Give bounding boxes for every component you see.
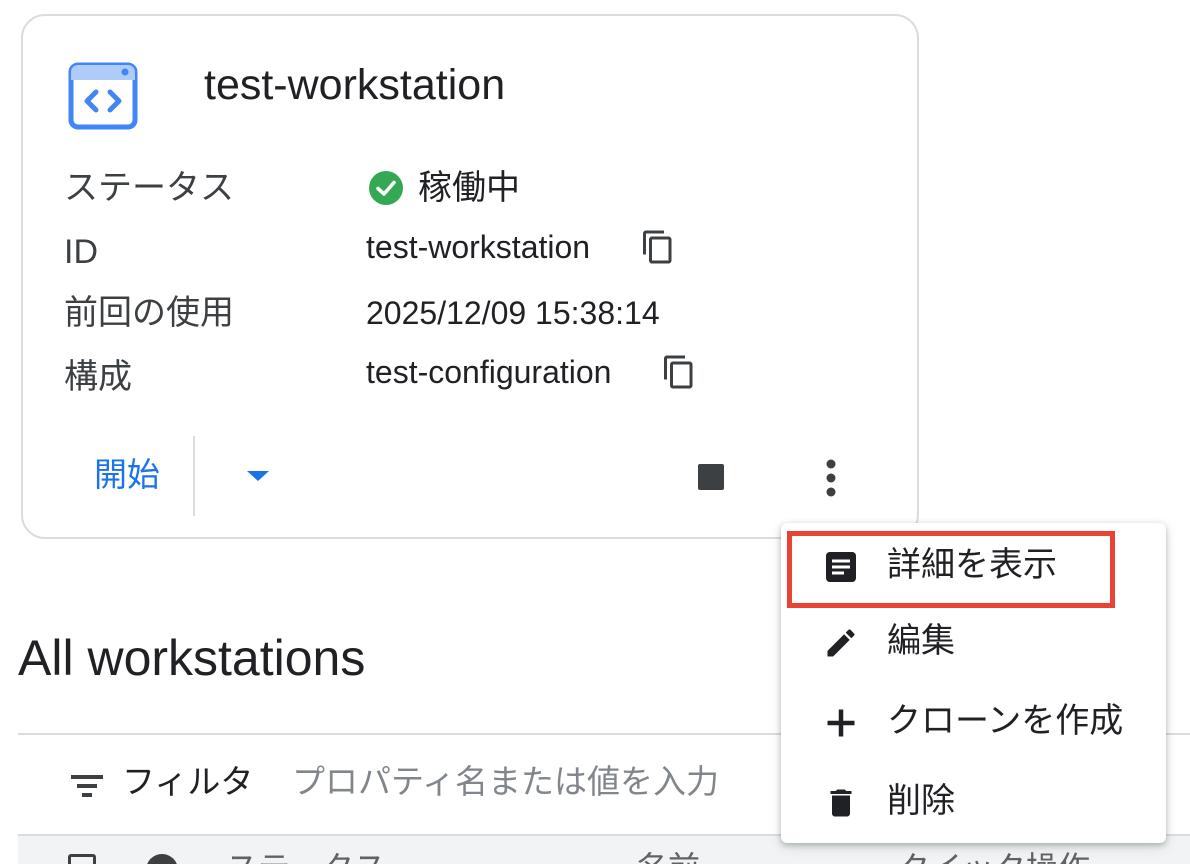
id-value: test-workstation [366, 229, 591, 265]
menu-label-clone: クローンを作成 [887, 702, 1124, 740]
menu-item-delete[interactable]: 削除 [781, 767, 1166, 847]
menu-label-edit: 編集 [887, 622, 955, 660]
last-used-value: 2025/12/09 15:38:14 [366, 295, 660, 331]
config-value[interactable]: test-configuration [366, 352, 611, 392]
menu-item-view-details[interactable]: 詳細を表示 [781, 527, 1166, 607]
status-label: ステータス [64, 169, 234, 207]
copy-config-icon[interactable] [661, 354, 697, 390]
select-all-checkbox[interactable] [68, 854, 96, 864]
check-circle-icon [369, 171, 403, 205]
trash-icon [830, 789, 852, 817]
dropdown-arrow-icon[interactable] [246, 468, 270, 484]
pencil-icon [827, 629, 855, 657]
context-menu: 詳細を表示 編集 クローンを作成 削除 [781, 523, 1166, 843]
copy-id-icon[interactable] [640, 229, 676, 265]
stop-icon[interactable] [698, 464, 724, 490]
filter-icon[interactable] [70, 770, 104, 800]
section-title: All workstations [18, 630, 366, 686]
more-vert-icon[interactable] [818, 456, 844, 500]
status-header-icon [146, 854, 178, 864]
menu-label-view-details: 詳細を表示 [887, 546, 1057, 584]
plus-icon [827, 709, 855, 737]
start-button[interactable]: 開始 [94, 455, 160, 495]
filter-input[interactable]: プロパティ名または値を入力 [292, 762, 719, 802]
id-label: ID [64, 233, 98, 271]
workstation-code-icon [68, 62, 138, 130]
workstation-title: test-workstation [204, 61, 506, 109]
menu-item-clone[interactable]: クローンを作成 [781, 687, 1166, 767]
status-value: 稼働中 [418, 169, 520, 207]
menu-label-delete: 削除 [887, 782, 955, 820]
config-label: 構成 [64, 358, 132, 396]
button-divider [193, 436, 195, 516]
last-used-label: 前回の使用 [64, 294, 234, 332]
article-icon [826, 552, 856, 582]
menu-item-edit[interactable]: 編集 [781, 607, 1166, 687]
filter-label: フィルタ [122, 763, 254, 800]
